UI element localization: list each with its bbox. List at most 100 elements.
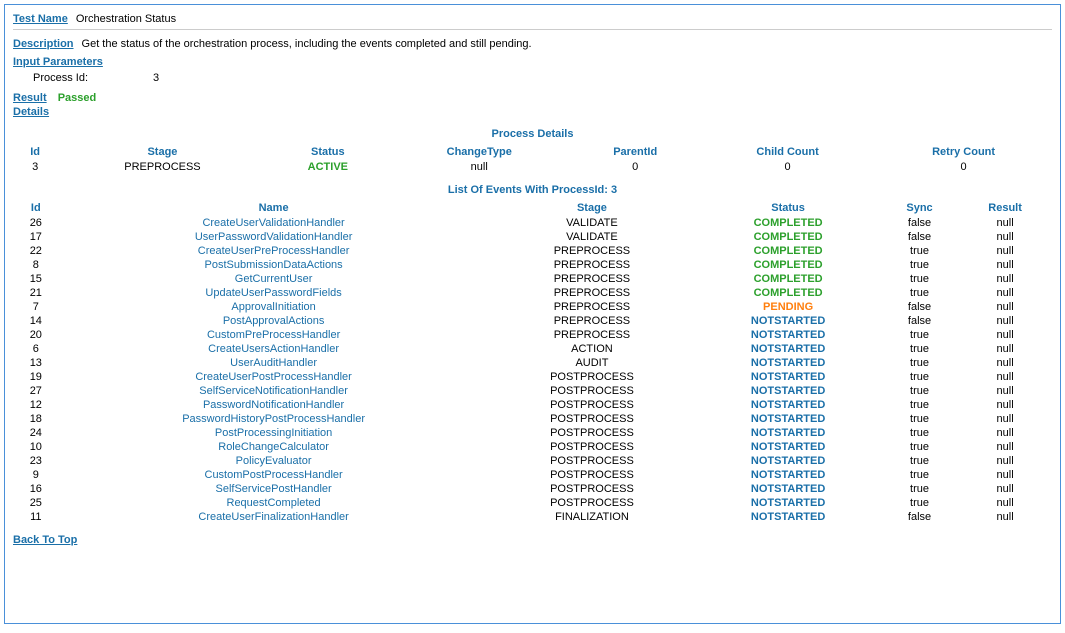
cell-name: CustomPreProcessHandler	[59, 328, 489, 342]
cell-sync: true	[881, 342, 958, 356]
cell-sync: true	[881, 482, 958, 496]
cell-sync: true	[881, 468, 958, 482]
cell-stage: POSTPROCESS	[489, 370, 696, 384]
cell-status: NOTSTARTED	[695, 356, 881, 370]
cell-id: 11	[13, 510, 59, 524]
cell-sync: true	[881, 244, 958, 258]
events-title: List Of Events With ProcessId: 3	[13, 184, 1052, 196]
table-row: 22 CreateUserPreProcessHandler PREPROCES…	[13, 244, 1052, 258]
ev-col-status: Status	[695, 200, 881, 216]
cell-id: 21	[13, 286, 59, 300]
cell-status: NOTSTARTED	[695, 454, 881, 468]
table-row: 12 PasswordNotificationHandler POSTPROCE…	[13, 398, 1052, 412]
cell-sync: true	[881, 272, 958, 286]
cell-id: 20	[13, 328, 59, 342]
cell-sync: false	[881, 300, 958, 314]
table-row: 24 PostProcessingInitiation POSTPROCESS …	[13, 426, 1052, 440]
cell-id: 18	[13, 412, 59, 426]
description-row: Description Get the status of the orches…	[13, 38, 1052, 50]
table-row: 8 PostSubmissionDataActions PREPROCESS C…	[13, 258, 1052, 272]
cell-stage: VALIDATE	[489, 216, 696, 230]
cell-id: 9	[13, 468, 59, 482]
details-link[interactable]: Details	[13, 106, 1052, 118]
cell-stage: PREPROCESS	[489, 328, 696, 342]
test-name-value: Orchestration Status	[76, 13, 176, 25]
cell-stage: PREPROCESS	[489, 258, 696, 272]
cell-status: NOTSTARTED	[695, 398, 881, 412]
ev-col-name: Name	[59, 200, 489, 216]
header-row: Test Name Orchestration Status	[13, 13, 1052, 30]
param-row: Process Id: 3	[33, 72, 1052, 84]
cell-name: RoleChangeCalculator	[59, 440, 489, 454]
ev-col-id: Id	[13, 200, 59, 216]
cell-status: COMPLETED	[695, 230, 881, 244]
result-label: Result	[13, 92, 47, 104]
input-parameters-label[interactable]: Input Parameters	[13, 56, 1052, 68]
cell-result: null	[958, 300, 1052, 314]
cell-id: 13	[13, 356, 59, 370]
col-id: Id	[13, 144, 57, 160]
cell-status: COMPLETED	[695, 258, 881, 272]
cell-stage: PREPROCESS	[57, 160, 267, 174]
cell-result: null	[958, 328, 1052, 342]
cell-id: 19	[13, 370, 59, 384]
cell-id: 24	[13, 426, 59, 440]
cell-sync: true	[881, 370, 958, 384]
events-table: Id Name Stage Status Sync Result 26 Crea…	[13, 200, 1052, 524]
cell-result: null	[958, 412, 1052, 426]
cell-id: 3	[13, 160, 57, 174]
table-row: 17 UserPasswordValidationHandler VALIDAT…	[13, 230, 1052, 244]
test-name-label: Test Name	[13, 13, 68, 25]
cell-id: 15	[13, 272, 59, 286]
cell-id: 12	[13, 398, 59, 412]
col-stage: Stage	[57, 144, 267, 160]
table-row: 13 UserAuditHandler AUDIT NOTSTARTED tru…	[13, 356, 1052, 370]
description-label: Description	[13, 38, 74, 50]
cell-stage: PREPROCESS	[489, 244, 696, 258]
cell-name: PasswordHistoryPostProcessHandler	[59, 412, 489, 426]
cell-id: 8	[13, 258, 59, 272]
cell-sync: true	[881, 356, 958, 370]
cell-result: null	[958, 314, 1052, 328]
cell-id: 7	[13, 300, 59, 314]
table-row: 10 RoleChangeCalculator POSTPROCESS NOTS…	[13, 440, 1052, 454]
cell-id: 23	[13, 454, 59, 468]
cell-result: null	[958, 244, 1052, 258]
cell-result: null	[958, 230, 1052, 244]
cell-status: NOTSTARTED	[695, 370, 881, 384]
cell-stage: PREPROCESS	[489, 314, 696, 328]
table-row: 25 RequestCompleted POSTPROCESS NOTSTART…	[13, 496, 1052, 510]
cell-sync: false	[881, 230, 958, 244]
cell-sync: false	[881, 314, 958, 328]
cell-result: null	[958, 272, 1052, 286]
cell-result: null	[958, 496, 1052, 510]
cell-status: NOTSTARTED	[695, 510, 881, 524]
cell-name: CreateUserFinalizationHandler	[59, 510, 489, 524]
col-parentid: ParentId	[570, 144, 700, 160]
process-id-value: 3	[153, 72, 159, 84]
cell-status: NOTSTARTED	[695, 468, 881, 482]
cell-childcount: 0	[700, 160, 875, 174]
cell-status: NOTSTARTED	[695, 496, 881, 510]
cell-retrycount: 0	[875, 160, 1052, 174]
cell-name: PolicyEvaluator	[59, 454, 489, 468]
cell-stage: ACTION	[489, 342, 696, 356]
back-to-top-link[interactable]: Back To Top	[13, 534, 1052, 546]
cell-stage: POSTPROCESS	[489, 454, 696, 468]
cell-result: null	[958, 384, 1052, 398]
result-row: Result Passed	[13, 92, 1052, 104]
cell-stage: POSTPROCESS	[489, 426, 696, 440]
cell-result: null	[958, 356, 1052, 370]
cell-name: UserPasswordValidationHandler	[59, 230, 489, 244]
table-row: 21 UpdateUserPasswordFields PREPROCESS C…	[13, 286, 1052, 300]
table-row: 19 CreateUserPostProcessHandler POSTPROC…	[13, 370, 1052, 384]
cell-result: null	[958, 468, 1052, 482]
process-id-label: Process Id:	[33, 72, 153, 84]
cell-id: 14	[13, 314, 59, 328]
cell-status: NOTSTARTED	[695, 384, 881, 398]
cell-stage: POSTPROCESS	[489, 440, 696, 454]
cell-result: null	[958, 216, 1052, 230]
cell-stage: POSTPROCESS	[489, 482, 696, 496]
cell-name: GetCurrentUser	[59, 272, 489, 286]
table-row: 15 GetCurrentUser PREPROCESS COMPLETED t…	[13, 272, 1052, 286]
